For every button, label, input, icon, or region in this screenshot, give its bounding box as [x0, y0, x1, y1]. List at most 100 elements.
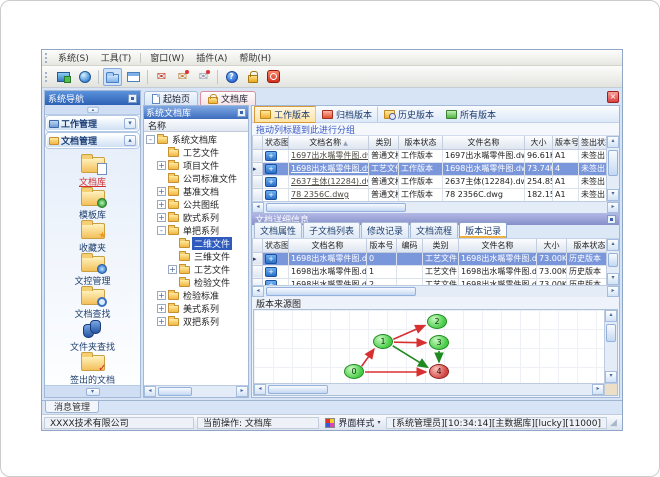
tree-node[interactable]: 单把系列: [144, 224, 248, 237]
scrollbar-thumb[interactable]: [266, 203, 406, 212]
tree-expander-icon[interactable]: [157, 161, 166, 170]
table-row[interactable]: + 1698出水嘴零件图.dwg 0 工艺文件 1698出水嘴零件图.dwg 7…: [252, 252, 606, 266]
sidebar-item[interactable]: 模板库: [47, 186, 139, 221]
sidebar-item[interactable]: 文档查找: [47, 285, 139, 320]
globe-icon[interactable]: [75, 68, 94, 86]
scrollbar-thumb[interactable]: [268, 385, 328, 394]
document-name-link[interactable]: 1697出水嘴零件图.dwg: [288, 149, 369, 163]
column-header[interactable]: 类别▲: [368, 136, 399, 150]
chevron-down-icon[interactable]: [124, 118, 136, 129]
chevron-down-icon[interactable]: [85, 387, 100, 396]
document-name-link[interactable]: 78 2356C.dwg: [288, 188, 369, 201]
table-row[interactable]: + 1698出水嘴零件图.dwg 2 工艺文件 1698出水嘴零件图.dwg 7…: [252, 278, 606, 285]
menu-plugins[interactable]: 插件(A): [190, 50, 233, 65]
column-header[interactable]: 文档名称 ▲: [288, 136, 369, 150]
sidebar-item[interactable]: 签出的文档: [47, 351, 139, 385]
version-node-3[interactable]: 3: [429, 335, 449, 350]
sidebar-item[interactable]: 文档库: [47, 153, 139, 188]
scrollbar-thumb[interactable]: [606, 324, 616, 342]
column-header[interactable]: 文件名称▲: [442, 136, 525, 150]
document-name-link[interactable]: 1698出水嘴零件图.dwg: [288, 162, 369, 176]
documents-grid-hscrollbar[interactable]: ◂ ▸: [252, 201, 619, 213]
scrollbar-thumb[interactable]: [266, 287, 416, 296]
table-row[interactable]: + 1697出水嘴零件图.dwg 普通文档 工作版本 1697出水嘴零件图.dw…: [252, 149, 606, 163]
tree-expander-icon[interactable]: [157, 174, 166, 183]
table-row[interactable]: + 1698出水嘴零件图.dwg 工艺文件 工作版本 1698出水嘴零件图.dw…: [252, 162, 606, 176]
column-header[interactable]: 版本号▲: [552, 136, 579, 150]
tree-node[interactable]: 工艺文件: [144, 146, 248, 159]
message-manager-tab[interactable]: 消息管理: [45, 401, 100, 413]
version-filter-button[interactable]: 所有版本: [440, 106, 502, 123]
column-header[interactable]: 文件名称: [458, 239, 537, 253]
version-filter-button[interactable]: 工作版本: [254, 105, 317, 123]
tree-expander-icon[interactable]: [168, 252, 177, 261]
detail-tab[interactable]: 文档属性: [254, 222, 303, 238]
tree-expander-icon[interactable]: [168, 239, 177, 248]
column-header[interactable]: 版本号: [366, 239, 397, 253]
mail-delete-icon[interactable]: ✉: [194, 68, 213, 86]
scroll-right-icon[interactable]: ▸: [607, 286, 619, 297]
mail-forward-icon[interactable]: ✉: [173, 68, 192, 86]
version-grid-vscrollbar[interactable]: ▴ ▾: [606, 239, 619, 285]
scroll-down-icon[interactable]: ▾: [605, 371, 617, 383]
scroll-down-icon[interactable]: ▾: [607, 273, 619, 285]
menu-system[interactable]: 系统(S): [52, 50, 95, 65]
scroll-up-icon[interactable]: ▴: [605, 310, 617, 322]
tree-node[interactable]: 检验文件: [144, 276, 248, 289]
tree-node[interactable]: 系统文档库: [144, 133, 248, 146]
scroll-left-icon[interactable]: ◂: [144, 386, 156, 397]
version-filter-button[interactable]: 历史版本: [378, 106, 440, 123]
column-header[interactable]: 状态图: [262, 239, 289, 253]
column-header[interactable]: 签出状态▲: [578, 136, 606, 150]
tree-expander-icon[interactable]: [157, 291, 166, 300]
ui-style-button[interactable]: 界面样式 ▾: [322, 417, 383, 429]
scroll-right-icon[interactable]: ▸: [607, 202, 619, 213]
group-by-bar[interactable]: 拖动列标题到此进行分组: [252, 123, 619, 136]
tree-node[interactable]: 公司标准文件: [144, 172, 248, 185]
table-row[interactable]: + 2637主体(12284).dwg 普通文档 工作版本 2637主体(122…: [252, 175, 606, 189]
column-header[interactable]: 状态图▲: [262, 136, 289, 150]
sidebar-item[interactable]: 文控管理: [47, 252, 139, 287]
tree-node[interactable]: 二维文件: [144, 237, 248, 250]
version-node-4[interactable]: 4: [429, 364, 449, 379]
tree-node[interactable]: 基准文档: [144, 185, 248, 198]
scroll-up-icon[interactable]: ▴: [607, 136, 619, 148]
scrollbar-thumb[interactable]: [158, 387, 192, 396]
tree-expander-icon[interactable]: [157, 187, 166, 196]
graph-hscrollbar[interactable]: ◂ ▸: [254, 383, 617, 395]
column-header[interactable]: 版本状态: [566, 239, 606, 253]
close-icon[interactable]: ×: [607, 91, 619, 103]
column-header[interactable]: 文档名称: [288, 239, 367, 253]
version-node-2[interactable]: 2: [427, 314, 447, 329]
version-filter-button[interactable]: 归档版本: [316, 105, 379, 123]
screen-icon[interactable]: [54, 68, 73, 86]
tree-horizontal-scrollbar[interactable]: ◂ ▸: [144, 385, 248, 397]
power-icon[interactable]: [264, 68, 283, 86]
scrollbar-thumb[interactable]: [608, 253, 618, 267]
column-header[interactable]: 大小▲: [524, 136, 553, 150]
detail-tab[interactable]: 子文档列表: [303, 222, 361, 238]
folder-icon[interactable]: [103, 67, 122, 86]
table-row[interactable]: + 1698出水嘴零件图.dwg 1 工艺文件 1698出水嘴零件图.dwg 7…: [252, 265, 606, 279]
chevron-up-icon[interactable]: [86, 106, 99, 113]
sidebar-panel-work[interactable]: 工作管理: [45, 115, 140, 132]
detail-tab[interactable]: 修改记录: [361, 222, 410, 238]
toolbar-grip[interactable]: [45, 71, 49, 82]
column-header[interactable]: 大小: [536, 239, 567, 253]
tree-expander-icon[interactable]: [157, 304, 166, 313]
pin-icon[interactable]: [237, 108, 246, 117]
graph-vscrollbar[interactable]: ▴ ▾: [604, 310, 617, 383]
scroll-left-icon[interactable]: ◂: [252, 286, 264, 297]
column-header[interactable]: 类别: [422, 239, 459, 253]
layout-icon[interactable]: [124, 68, 143, 86]
tree-node[interactable]: 美式系列: [144, 302, 248, 315]
tree-expander-icon[interactable]: [157, 317, 166, 326]
menu-grip[interactable]: [45, 52, 49, 63]
tree-node[interactable]: 双把系列: [144, 315, 248, 328]
help-icon[interactable]: ?: [222, 68, 241, 86]
pin-icon[interactable]: [607, 214, 616, 224]
resize-grip[interactable]: ◢: [610, 418, 620, 428]
menu-window[interactable]: 窗口(W): [144, 50, 190, 65]
tree-expander-icon[interactable]: [157, 200, 166, 209]
scroll-left-icon[interactable]: ◂: [252, 202, 264, 213]
